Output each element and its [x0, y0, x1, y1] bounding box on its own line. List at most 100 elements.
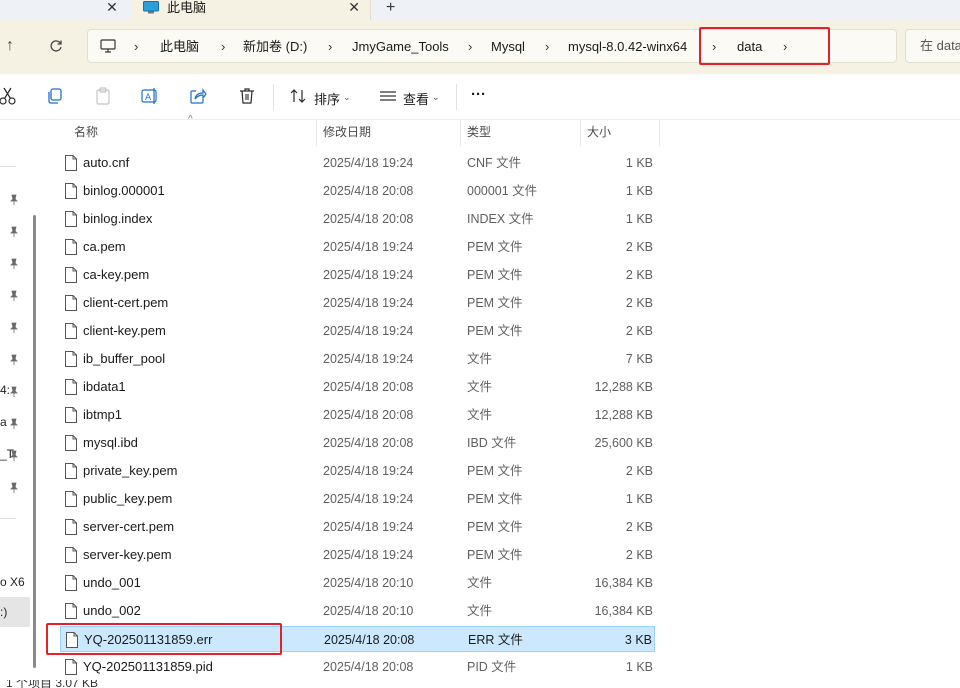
search-input[interactable]: 在 data 中搜索 [905, 29, 960, 63]
file-row[interactable]: ca.pem 2025/4/18 19:24 PEM 文件 2 KB [60, 234, 655, 260]
file-size: 2 KB [625, 548, 653, 562]
rename-icon[interactable]: A [140, 86, 160, 106]
view-icon[interactable] [378, 86, 398, 106]
more-options-button[interactable]: ··· [471, 86, 486, 103]
file-row[interactable]: undo_001 2025/4/18 20:10 文件 16,384 KB [60, 570, 655, 596]
file-icon [65, 407, 77, 423]
file-type: 文件 [467, 576, 493, 590]
file-type: 文件 [467, 408, 493, 422]
file-size: 2 KB [625, 324, 653, 338]
tab-this-pc[interactable]: 此电脑 ✕ [131, 0, 371, 20]
new-tab-icon[interactable]: + [386, 0, 395, 16]
column-header-name[interactable]: 名称 [74, 120, 98, 146]
file-row[interactable]: binlog.index 2025/4/18 20:08 INDEX 文件 1 KB [60, 206, 655, 232]
file-row[interactable]: client-key.pem 2025/4/18 19:24 PEM 文件 2 KB [60, 318, 655, 344]
chevron-right-icon[interactable]: › [468, 30, 472, 64]
breadcrumb-this-pc[interactable]: 此电脑 [160, 30, 199, 64]
file-row[interactable]: YQ-202501131859.pid 2025/4/18 20:08 PID 文件… [60, 654, 655, 680]
file-size: 1 KB [625, 184, 653, 198]
file-name: ibtmp1 [83, 407, 123, 422]
file-date: 2025/4/18 20:08 [323, 212, 414, 226]
column-header-date[interactable]: 修改日期 [323, 120, 371, 146]
pin-icon [10, 226, 18, 237]
file-icon [65, 547, 77, 563]
file-row[interactable]: mysql.ibd 2025/4/18 20:08 IBD 文件 25,600 KB [60, 430, 655, 456]
nav-scrollbar[interactable] [33, 215, 36, 668]
sort-icon[interactable] [288, 86, 308, 106]
view-button[interactable]: 查看 [403, 89, 429, 108]
file-size: 25,600 KB [594, 436, 653, 450]
paste-icon[interactable] [93, 86, 113, 106]
share-icon[interactable] [188, 86, 208, 106]
file-type: 文件 [467, 352, 493, 366]
chevron-down-icon[interactable]: ⌄ [343, 92, 351, 103]
pin-icon [10, 450, 18, 461]
nav-item-fragment[interactable]: a [0, 415, 7, 429]
chevron-right-icon[interactable]: › [221, 30, 225, 64]
file-name: binlog.index [83, 211, 153, 226]
breadcrumb-jmygame-tools[interactable]: JmyGame_Tools [352, 30, 449, 64]
file-row[interactable]: client-cert.pem 2025/4/18 19:24 PEM 文件 2 KB [60, 290, 655, 316]
column-header-type[interactable]: 类型 [467, 120, 491, 146]
pin-icon [10, 322, 18, 333]
column-header-size[interactable]: 大小 [587, 120, 611, 146]
file-row[interactable]: undo_002 2025/4/18 20:10 文件 16,384 KB [60, 598, 655, 624]
file-row[interactable]: ibdata1 2025/4/18 20:08 文件 12,288 KB [60, 374, 655, 400]
tab-close-icon[interactable]: ✕ [348, 0, 360, 14]
chevron-right-icon[interactable]: › [545, 30, 549, 64]
file-row[interactable]: server-cert.pem 2025/4/18 19:24 PEM 文件 2 KB [60, 514, 655, 540]
file-row[interactable]: ibtmp1 2025/4/18 20:08 文件 12,288 KB [60, 402, 655, 428]
breadcrumb-mysql[interactable]: Mysql [491, 30, 525, 64]
file-row[interactable]: ib_buffer_pool 2025/4/18 19:24 文件 7 KB [60, 346, 655, 372]
navigation-pane: 4: a _T o X6 :) [0, 120, 40, 688]
sort-button[interactable]: 排序 [314, 89, 340, 108]
pin-icon [10, 258, 18, 269]
column-separator[interactable] [316, 120, 317, 146]
status-text: 1 个项目 3.07 KB [6, 680, 99, 688]
column-separator[interactable] [659, 120, 660, 146]
file-type: PEM 文件 [467, 464, 523, 478]
file-icon [65, 379, 77, 395]
file-icon [65, 351, 77, 367]
file-date: 2025/4/18 20:08 [323, 408, 414, 422]
file-icon [65, 155, 77, 171]
file-row[interactable]: server-key.pem 2025/4/18 19:24 PEM 文件 2 KB [60, 542, 655, 568]
file-row[interactable]: auto.cnf 2025/4/18 19:24 CNF 文件 1 KB [60, 150, 655, 176]
column-separator[interactable] [460, 120, 461, 146]
file-size: 1 KB [625, 156, 653, 170]
file-name: private_key.pem [83, 463, 178, 478]
chevron-down-icon[interactable]: ⌄ [432, 92, 440, 103]
file-size: 2 KB [625, 464, 653, 478]
file-icon [65, 603, 77, 619]
file-name: YQ-202501131859.pid [83, 659, 213, 674]
chevron-right-icon[interactable]: › [134, 30, 138, 64]
file-date: 2025/4/18 20:08 [323, 436, 414, 450]
pin-icon [10, 290, 18, 301]
refresh-icon[interactable] [46, 36, 66, 56]
file-row[interactable]: ca-key.pem 2025/4/18 19:24 PEM 文件 2 KB [60, 262, 655, 288]
nav-item-selected[interactable]: :) [0, 597, 30, 627]
file-name: server-cert.pem [83, 519, 175, 534]
file-row[interactable]: private_key.pem 2025/4/18 19:24 PEM 文件 2 KB [60, 458, 655, 484]
copy-icon[interactable] [45, 86, 65, 106]
column-separator[interactable] [580, 120, 581, 146]
file-size: 1 KB [625, 492, 653, 506]
tab-strip: ✕ 此电脑 ✕ + [0, 0, 960, 20]
breadcrumb-drive-d[interactable]: 新加卷 (D:) [243, 30, 307, 64]
arrow-up-icon[interactable]: ↑ [0, 36, 20, 56]
chevron-right-icon[interactable]: › [328, 30, 332, 64]
sort-ascending-icon: ^ [188, 114, 193, 125]
cut-icon[interactable] [0, 86, 18, 106]
nav-item-fragment: :) [0, 605, 8, 619]
file-date: 2025/4/18 19:24 [323, 520, 414, 534]
nav-item-fragment[interactable]: o X6 [0, 575, 25, 589]
file-name: auto.cnf [83, 155, 130, 170]
close-icon[interactable]: ✕ [103, 0, 121, 16]
delete-icon[interactable] [237, 86, 257, 106]
toolbar-divider [456, 84, 457, 110]
file-type: PID 文件 [467, 660, 517, 674]
file-row[interactable]: public_key.pem 2025/4/18 19:24 PEM 文件 1 KB [60, 486, 655, 512]
breadcrumb-mysql-version[interactable]: mysql-8.0.42-winx64 [568, 30, 687, 64]
file-row[interactable]: binlog.000001 2025/4/18 20:08 000001 文件 1 K… [60, 178, 655, 204]
file-type: CNF 文件 [467, 156, 522, 170]
